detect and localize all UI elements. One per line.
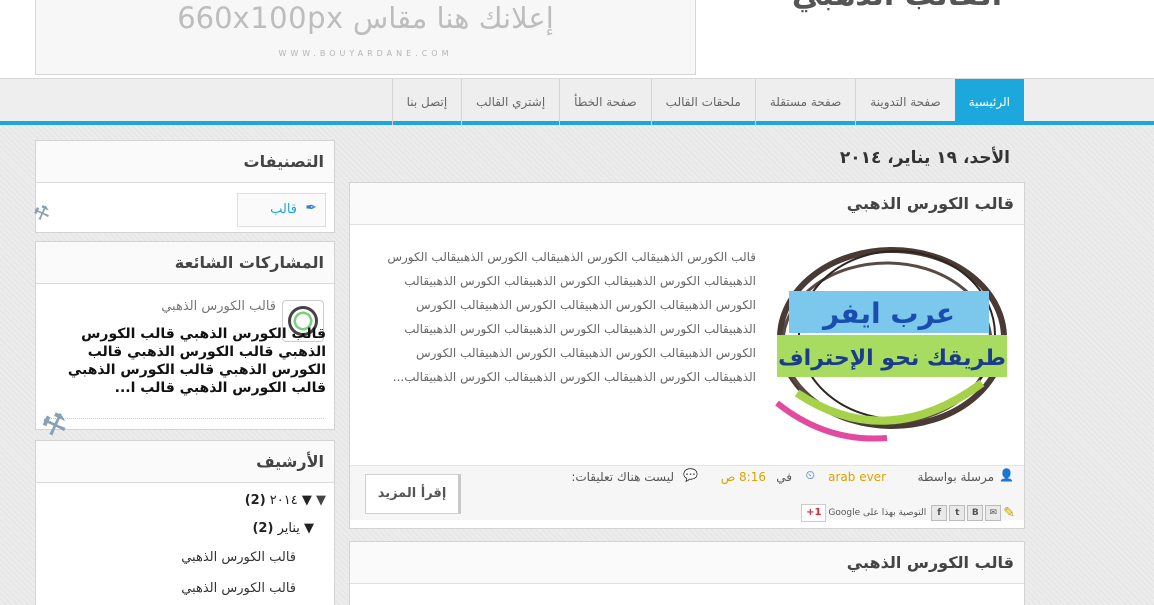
email-share-icon[interactable]: ✉ — [985, 505, 1002, 521]
site-header: إعلانك هنا مقاس 660x100px WWW.BOUYARDANE… — [0, 0, 1154, 79]
archive-month[interactable]: ▼ يناير (2) — [252, 521, 314, 536]
post-time-link[interactable]: 8:16 ص — [721, 470, 766, 484]
archive-post-link[interactable]: قالب الكورس الذهبي — [181, 550, 296, 565]
at-label: في — [776, 470, 792, 484]
comment-icon: 💬 — [683, 468, 698, 482]
wrench-icon[interactable]: ⚒ — [31, 201, 53, 226]
popular-posts-widget: المشاركات الشائعة قالب الكورس الذهبي قال… — [35, 241, 335, 444]
nav-item-home[interactable]: الرئيسية — [954, 79, 1024, 125]
categories-widget: التصنيفات ✒ قالب ⚒ — [31, 140, 335, 233]
archive-widget: الأرشيف ▼ ▼ ٢٠١٤ (2) ▼ يناير (2) قالب ال… — [35, 440, 335, 605]
edit-pencil-icon[interactable]: ✎ — [1003, 505, 1015, 521]
archive-year-count: (2) — [244, 493, 266, 508]
share-buttons: ✎ ✉ B t f التوصية بهذا على Google +1 — [801, 503, 1015, 523]
post-body: قالب الكورس الذهبيقالب الكورس الذهبيقالب… — [387, 250, 756, 384]
category-label[interactable]: قالب — [270, 202, 297, 217]
nav-item-contact[interactable]: إتصل بنا — [391, 79, 462, 125]
comments-link[interactable]: ليست هناك تعليقات: — [571, 470, 674, 484]
user-icon: 👤 — [999, 468, 1014, 482]
archive-year[interactable]: ▼ ▼ ٢٠١٤ (2) — [245, 493, 326, 508]
facebook-share-icon[interactable]: f — [931, 505, 948, 521]
ad-url: WWW.BOUYARDANE.COM — [278, 49, 453, 58]
archive-title: الأرشيف — [36, 441, 334, 483]
ad-banner[interactable]: إعلانك هنا مقاس 660x100px WWW.BOUYARDANE… — [35, 0, 696, 75]
nav-item-template-addons[interactable]: ملحقات القالب — [650, 79, 755, 125]
divider — [46, 418, 324, 419]
post-image-logo: عرب ايفر طريقك نحو الإحتراف — [767, 243, 1014, 443]
tag-icon: ✒ — [305, 200, 317, 216]
popular-post-excerpt: قالب الكورس الذهبي قالب الكورس الذهبي قا… — [67, 326, 326, 396]
popular-post-title[interactable]: قالب الكورس الذهبي — [161, 299, 276, 314]
post-title[interactable]: قالب الكورس الذهبي — [350, 542, 1024, 584]
ad-text: إعلانك هنا مقاس 660x100px — [177, 1, 554, 35]
popular-posts-title: المشاركات الشائعة — [36, 242, 334, 284]
archive-post-link[interactable]: قالب الكورس الذهبي — [181, 581, 296, 596]
blogger-share-icon[interactable]: B — [967, 505, 984, 521]
posted-by-label: مرسلة بواسطة — [917, 470, 994, 484]
read-more-button[interactable]: إقرأ المزيد — [365, 474, 461, 514]
nav-item-error-page[interactable]: صفحة الخطأ — [559, 79, 651, 125]
post-footer: إقرأ المزيد 👤 مرسلة بواسطة arab ever ⏲ ف… — [350, 465, 1024, 523]
post-image-text-bottom: طريقك نحو الإحتراف — [778, 346, 1006, 371]
nav-item-post-page[interactable]: صفحة التدوينة — [855, 79, 954, 125]
author-link[interactable]: arab ever — [828, 470, 886, 484]
site-title[interactable]: القالب الذهبي — [792, 0, 1002, 13]
category-item[interactable]: ✒ قالب — [237, 193, 326, 227]
post-card: قالب الكورس الذهبي عرب ايفر طريقك نحو ال… — [349, 182, 1025, 529]
archive-month-label[interactable]: ▼ يناير — [278, 521, 314, 536]
collapse-arrow-icon[interactable]: ▼ — [312, 493, 326, 508]
post-card: قالب الكورس الذهبي — [349, 541, 1025, 605]
clock-icon: ⏲ — [805, 468, 815, 482]
main-nav: الرئيسية صفحة التدوينة صفحة مستقلة ملحقا… — [0, 79, 1154, 125]
date-header: الأحد، ١٩ يناير، ٢٠١٤ — [839, 148, 1010, 168]
post-title[interactable]: قالب الكورس الذهبي — [350, 183, 1024, 225]
twitter-share-icon[interactable]: t — [949, 505, 966, 521]
nav-item-buy-template[interactable]: إشتري القالب — [461, 79, 559, 125]
gplus-button[interactable]: +1 — [801, 504, 827, 522]
categories-title: التصنيفات — [36, 141, 334, 183]
post-image-text-top: عرب ايفر — [821, 297, 955, 330]
post-image[interactable]: عرب ايفر طريقك نحو الإحتراف — [767, 243, 1014, 443]
share-label: التوصية بهذا على Google — [828, 508, 927, 518]
nav-item-static-page[interactable]: صفحة مستقلة — [754, 79, 855, 125]
archive-year-label[interactable]: ▼ ٢٠١٤ — [270, 493, 312, 508]
archive-month-count: (2) — [252, 521, 274, 536]
